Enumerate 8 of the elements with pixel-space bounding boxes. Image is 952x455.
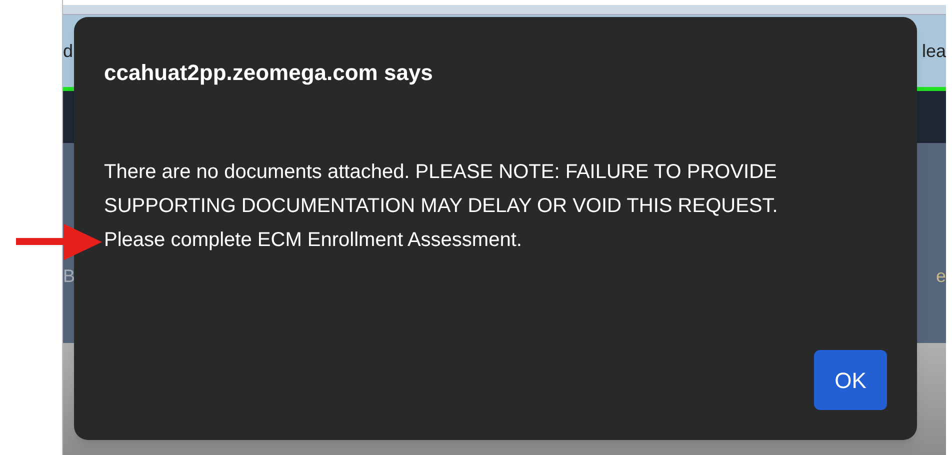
row-text-fragment: B	[63, 265, 76, 288]
dialog-message: There are no documents attached. PLEASE NOTE: FAILURE TO PROVIDE SUPPORTING DOCUMENTATION MAY DELAY OR VOID THIS REQUEST.	[104, 160, 779, 219]
row-text-fragment: e	[936, 265, 946, 288]
dialog-message: Please complete ECM Enrollment Assessment.	[104, 228, 523, 253]
ok-button[interactable]: OK	[814, 350, 887, 410]
dialog-title: ccahuat2pp.zeomega.com says	[104, 59, 434, 87]
header-text-fragment: d	[63, 40, 74, 62]
header-text-fragment: lea	[922, 40, 946, 62]
